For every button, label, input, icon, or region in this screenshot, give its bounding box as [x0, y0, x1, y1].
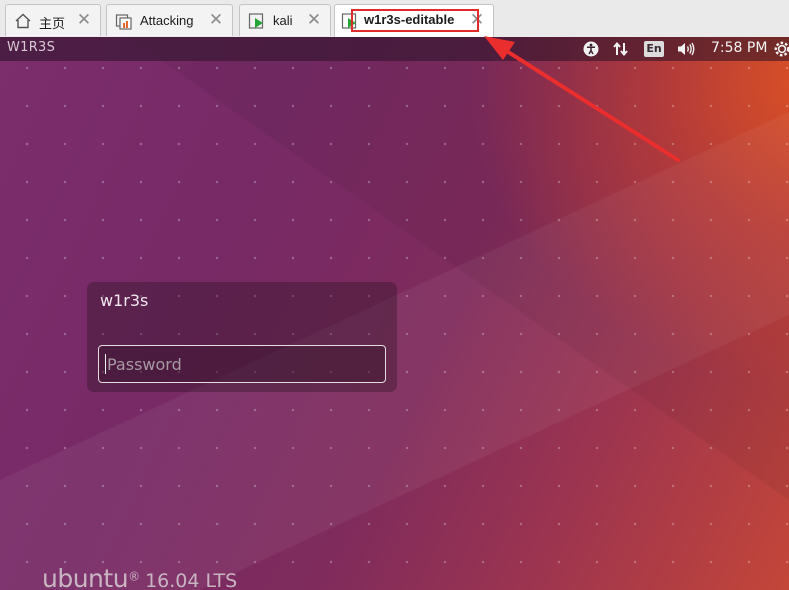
- annotation-arrow: [484, 36, 680, 162]
